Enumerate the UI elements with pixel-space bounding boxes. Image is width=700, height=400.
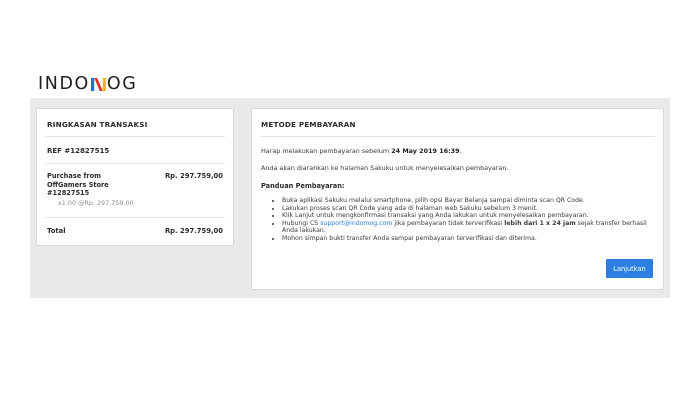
deadline-value: 24 May 2019 16:39 — [391, 147, 460, 155]
step4-bold: lebih dari 1 x 24 jam — [504, 219, 576, 227]
deadline-text: Harap melakukan pembayaran sebelum — [261, 147, 390, 155]
guide-step: Klik Lanjut untuk mengkonfirmasi transak… — [282, 212, 652, 220]
purchase-item-quantity: x1.00 @Rp. 297.759,00 — [58, 199, 134, 207]
lanjutkan-button[interactable]: Lanjutkan — [606, 259, 653, 278]
redirect-notice: Anda akan diarahkan ke halaman Sakuku un… — [261, 164, 509, 172]
guide-step: Buka aplikasi Sakuku melalui smartphone,… — [282, 197, 652, 205]
indomog-logo[interactable]: INDO OG — [38, 74, 137, 94]
guide-step: Lakukan proses scan QR Code yang ada di … — [282, 205, 652, 213]
payment-title: METODE PEMBAYARAN — [261, 120, 356, 129]
m-icon — [90, 77, 106, 92]
guide-step: Mohon simpan bukti transfer Anda sampai … — [282, 235, 652, 243]
transaction-summary-card: RINGKASAN TRANSAKSI REF #12827515 Purcha… — [36, 108, 234, 246]
divider — [45, 217, 225, 218]
support-email-link[interactable]: support@indomog.com — [320, 220, 392, 227]
summary-title: RINGKASAN TRANSAKSI — [47, 120, 148, 129]
deadline-end: . — [459, 147, 462, 155]
divider — [45, 136, 225, 137]
transaction-ref: REF #12827515 — [47, 147, 110, 155]
step4-text-b: jika pembayaran tidak terverifikasi — [394, 219, 503, 227]
logo-text-left: INDO — [38, 74, 90, 94]
divider — [45, 163, 225, 164]
payment-method-card: METODE PEMBAYARAN Harap melakukan pembay… — [251, 108, 664, 290]
payment-guide-title: Panduan Pembayaran: — [261, 182, 345, 190]
total-label: Total — [47, 227, 66, 235]
payment-guide-list: Buka aplikasi Sakuku melalui smartphone,… — [272, 197, 652, 243]
payment-deadline: Harap melakukan pembayaran sebelum 24 Ma… — [261, 147, 462, 155]
purchase-item-price: Rp. 297.759,00 — [164, 172, 223, 180]
step4-text-a: Hubungi CS — [282, 219, 319, 227]
logo-text-right: OG — [106, 74, 138, 94]
total-value: Rp. 297.759,00 — [164, 227, 223, 235]
purchase-item-name: Purchase from OffGamers Store #12827515 — [47, 172, 109, 198]
divider — [260, 136, 655, 137]
guide-step: Hubungi CS support@indomog.com jika pemb… — [282, 220, 652, 235]
